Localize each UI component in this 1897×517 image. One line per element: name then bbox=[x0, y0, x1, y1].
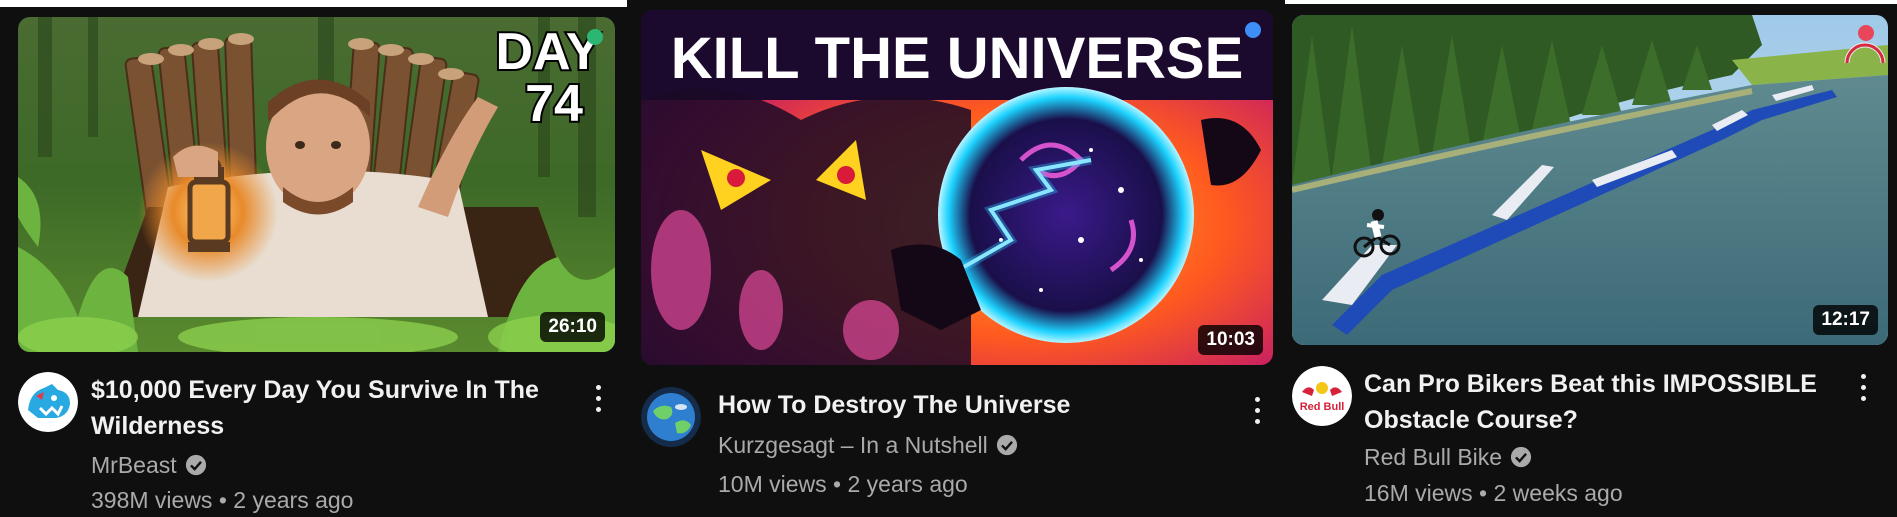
view-count: 10M views bbox=[718, 471, 827, 497]
channel-name: MrBeast bbox=[91, 452, 177, 478]
channel-avatar[interactable] bbox=[18, 372, 78, 432]
video-title-line: Obstacle Course? bbox=[1364, 406, 1578, 434]
upload-age: 2 weeks ago bbox=[1493, 480, 1623, 506]
channel-name-row[interactable]: Kurzgesagt – In a Nutshell bbox=[718, 430, 1018, 460]
red-bull-logo-icon: Red Bull bbox=[1292, 366, 1352, 426]
channel-name-row[interactable]: MrBeast bbox=[91, 450, 207, 480]
thumbnail-overlay-title: KILL THE UNIVERSE bbox=[671, 26, 1244, 91]
new-indicator-dot bbox=[587, 29, 603, 45]
video-duration: 12:17 bbox=[1813, 305, 1878, 335]
red-bull-wordmark: Red Bull bbox=[1300, 401, 1345, 413]
video-title[interactable]: Can Pro Bikers Beat this IMPOSSIBLE Obst… bbox=[1364, 366, 1824, 438]
video-duration: 10:03 bbox=[1198, 325, 1263, 355]
new-indicator-dot bbox=[1245, 22, 1261, 38]
video-thumbnail[interactable]: KILL THE UNIVERSE 10:03 bbox=[641, 10, 1273, 365]
video-thumbnail[interactable]: 12:17 bbox=[1292, 15, 1888, 345]
video-card-1[interactable]: DAY 74 26:10 $10,000 Every Day You Survi… bbox=[0, 0, 627, 517]
video-title-line: How To Destroy The Universe bbox=[718, 391, 1071, 419]
video-duration: 26:10 bbox=[540, 312, 605, 342]
channel-name-row[interactable]: Red Bull Bike bbox=[1364, 442, 1532, 472]
channel-avatar[interactable] bbox=[641, 387, 701, 447]
view-count: 16M views bbox=[1364, 480, 1473, 506]
video-title-line: $10,000 Every Day You Survive In The bbox=[91, 376, 539, 404]
video-stats: 398M views • 2 years ago bbox=[91, 485, 353, 515]
video-grid: DAY 74 26:10 $10,000 Every Day You Survi… bbox=[0, 0, 1897, 517]
more-actions-icon[interactable] bbox=[1250, 395, 1264, 427]
upload-age: 2 years ago bbox=[847, 471, 968, 497]
upload-age: 2 years ago bbox=[233, 487, 354, 513]
view-count: 398M views bbox=[91, 487, 213, 513]
video-thumbnail[interactable]: DAY 74 26:10 bbox=[18, 17, 615, 352]
thumbnail-overlay-number: 74 bbox=[525, 75, 583, 133]
video-stats: 16M views • 2 weeks ago bbox=[1364, 478, 1623, 508]
more-actions-icon[interactable] bbox=[591, 383, 605, 415]
verified-badge-icon bbox=[185, 454, 206, 476]
video-card-3[interactable]: 12:17 Red Bull Can Pro Bikers Beat this … bbox=[1285, 0, 1897, 517]
thumbnail-overlay-day: DAY bbox=[495, 23, 600, 81]
verified-badge-icon bbox=[1510, 446, 1532, 468]
kurzgesagt-planet-logo-icon bbox=[641, 387, 701, 447]
stats-separator: • bbox=[826, 471, 848, 497]
video-card-2[interactable]: KILL THE UNIVERSE 10:03 How To Destroy T… bbox=[627, 0, 1285, 517]
video-title[interactable]: $10,000 Every Day You Survive In The Wil… bbox=[91, 372, 571, 444]
wilderness-thumbnail-image: DAY 74 bbox=[18, 17, 615, 352]
channel-avatar[interactable]: Red Bull bbox=[1292, 366, 1352, 426]
obstacle-course-thumbnail-image bbox=[1292, 15, 1888, 345]
channel-name: Red Bull Bike bbox=[1364, 444, 1503, 470]
video-title[interactable]: How To Destroy The Universe bbox=[718, 387, 1218, 423]
video-title-line: Wilderness bbox=[91, 412, 225, 440]
stats-separator: • bbox=[212, 487, 234, 513]
more-actions-icon[interactable] bbox=[1856, 372, 1870, 404]
mrbeast-panther-logo-icon bbox=[18, 372, 78, 432]
stats-separator: • bbox=[1472, 480, 1494, 506]
new-indicator-dot bbox=[1858, 25, 1874, 41]
verified-badge-icon bbox=[996, 434, 1017, 456]
video-stats: 10M views • 2 years ago bbox=[718, 469, 968, 499]
channel-name: Kurzgesagt – In a Nutshell bbox=[718, 432, 988, 458]
universe-thumbnail-image: KILL THE UNIVERSE bbox=[641, 10, 1273, 365]
video-title-line: Can Pro Bikers Beat this IMPOSSIBLE bbox=[1364, 370, 1817, 398]
